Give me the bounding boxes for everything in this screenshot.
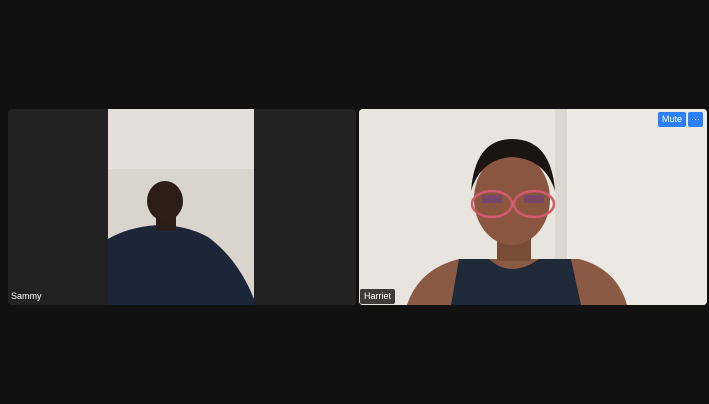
participant-tile-harriet[interactable]: Mute ··· Harriet <box>359 109 707 305</box>
meeting-gallery-view: Sammy Mute ··· Harriet <box>0 0 709 404</box>
participant-video-harriet <box>359 109 707 305</box>
tile-controls: Mute ··· <box>657 112 703 127</box>
mute-button[interactable]: Mute <box>657 112 686 127</box>
participant-video-sammy <box>8 109 356 305</box>
participant-name-label: Harriet <box>360 289 396 304</box>
participant-tile-sammy[interactable]: Sammy <box>8 109 356 305</box>
more-options-button[interactable]: ··· <box>688 112 703 127</box>
participant-name-label: Sammy <box>11 291 42 301</box>
